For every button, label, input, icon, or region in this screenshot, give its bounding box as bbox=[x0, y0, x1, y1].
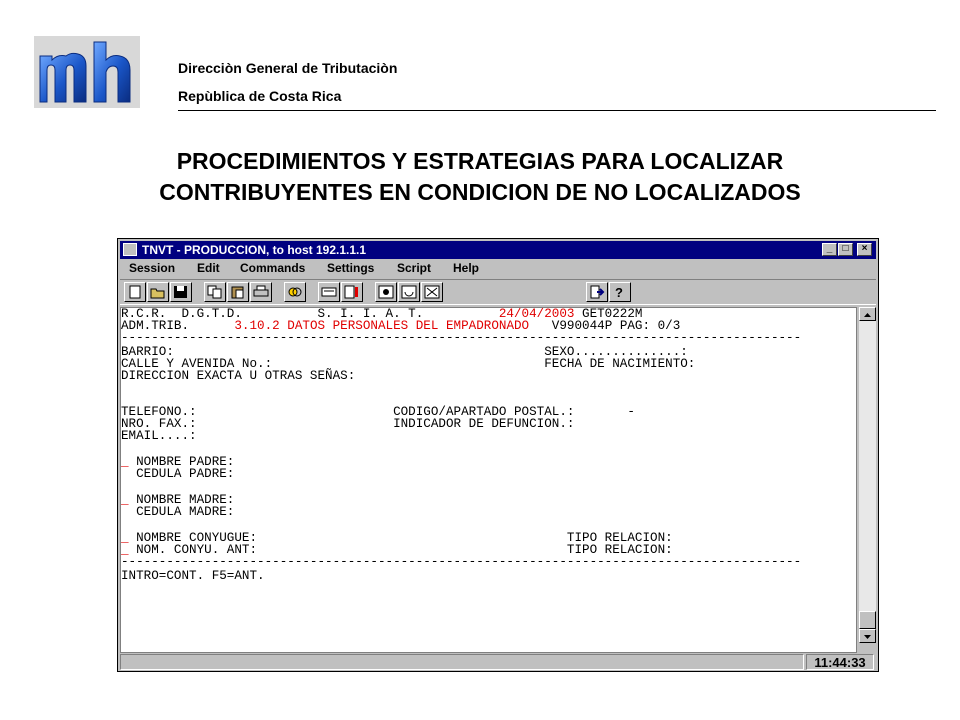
help-icon[interactable]: ? bbox=[609, 282, 631, 302]
status-clock: 11:44:33 bbox=[806, 654, 874, 670]
scroll-thumb[interactable] bbox=[859, 611, 876, 629]
toolbar: ? bbox=[120, 279, 876, 305]
function-keys-hint: INTRO=CONT. F5=ANT. bbox=[121, 569, 265, 583]
page-title-line1: PROCEDIMIENTOS Y ESTRATEGIAS PARA LOCALI… bbox=[176, 148, 784, 174]
menu-commands[interactable]: Commands bbox=[240, 259, 305, 277]
keyboard-icon[interactable] bbox=[318, 282, 340, 302]
vertical-scrollbar[interactable] bbox=[859, 307, 876, 653]
header-rule bbox=[178, 110, 936, 111]
terminal-window: TNVT - PRODUCCION, to host 192.1.1.1 _ □… bbox=[117, 238, 879, 672]
window-title: TNVT - PRODUCCION, to host 192.1.1.1 bbox=[142, 243, 367, 257]
paste-icon[interactable] bbox=[227, 282, 249, 302]
minimize-button[interactable]: _ bbox=[822, 243, 837, 256]
scroll-track[interactable] bbox=[859, 321, 876, 633]
org-name: Direcciòn General de Tributaciòn bbox=[178, 60, 398, 76]
scroll-up-button[interactable] bbox=[859, 307, 876, 321]
close-button[interactable]: × bbox=[857, 243, 872, 256]
exit-icon[interactable] bbox=[586, 282, 608, 302]
terminal-screen[interactable]: R.C.R. D.G.T.D. S. I. I. A. T. 24/04/200… bbox=[120, 307, 857, 653]
disconnect-icon[interactable] bbox=[421, 282, 443, 302]
record-icon[interactable] bbox=[398, 282, 420, 302]
page-title-line2: CONTRIBUYENTES EN CONDICION DE NO LOCALI… bbox=[159, 179, 801, 205]
open-icon[interactable] bbox=[147, 282, 169, 302]
menu-edit[interactable]: Edit bbox=[197, 259, 220, 277]
field-direccion[interactable]: DIRECCION EXACTA U OTRAS SEÑAS: bbox=[121, 370, 355, 383]
org-country: Repùblica de Costa Rica bbox=[178, 88, 342, 104]
field-cedula-padre[interactable]: CEDULA PADRE: bbox=[121, 468, 234, 481]
keymap-icon[interactable] bbox=[341, 282, 363, 302]
svg-text:?: ? bbox=[615, 285, 623, 299]
field-email[interactable]: EMAIL....: bbox=[121, 430, 197, 443]
separator-bottom: ----------------------------------------… bbox=[121, 555, 802, 569]
menu-help[interactable]: Help bbox=[453, 259, 479, 277]
save-icon[interactable] bbox=[170, 282, 192, 302]
menu-settings[interactable]: Settings bbox=[327, 259, 374, 277]
status-panel bbox=[120, 654, 804, 670]
maximize-button[interactable]: □ bbox=[838, 243, 853, 256]
window-titlebar[interactable]: TNVT - PRODUCCION, to host 192.1.1.1 _ □… bbox=[120, 241, 876, 259]
app-icon[interactable] bbox=[123, 243, 137, 256]
scroll-down-button[interactable] bbox=[859, 629, 876, 643]
macro-icon[interactable] bbox=[375, 282, 397, 302]
page-title: PROCEDIMIENTOS Y ESTRATEGIAS PARA LOCALI… bbox=[60, 146, 900, 208]
menu-script[interactable]: Script bbox=[397, 259, 431, 277]
new-icon[interactable] bbox=[124, 282, 146, 302]
field-cedula-madre[interactable]: CEDULA MADRE: bbox=[121, 506, 234, 519]
mh-logo bbox=[34, 36, 140, 108]
print-icon[interactable] bbox=[250, 282, 272, 302]
connect-icon[interactable] bbox=[284, 282, 306, 302]
status-bar: 11:44:33 bbox=[120, 654, 876, 670]
menu-bar: Session Edit Commands Settings Script He… bbox=[120, 259, 876, 277]
menu-session[interactable]: Session bbox=[129, 259, 175, 277]
copy-icon[interactable] bbox=[204, 282, 226, 302]
separator-top: ----------------------------------------… bbox=[121, 331, 802, 345]
